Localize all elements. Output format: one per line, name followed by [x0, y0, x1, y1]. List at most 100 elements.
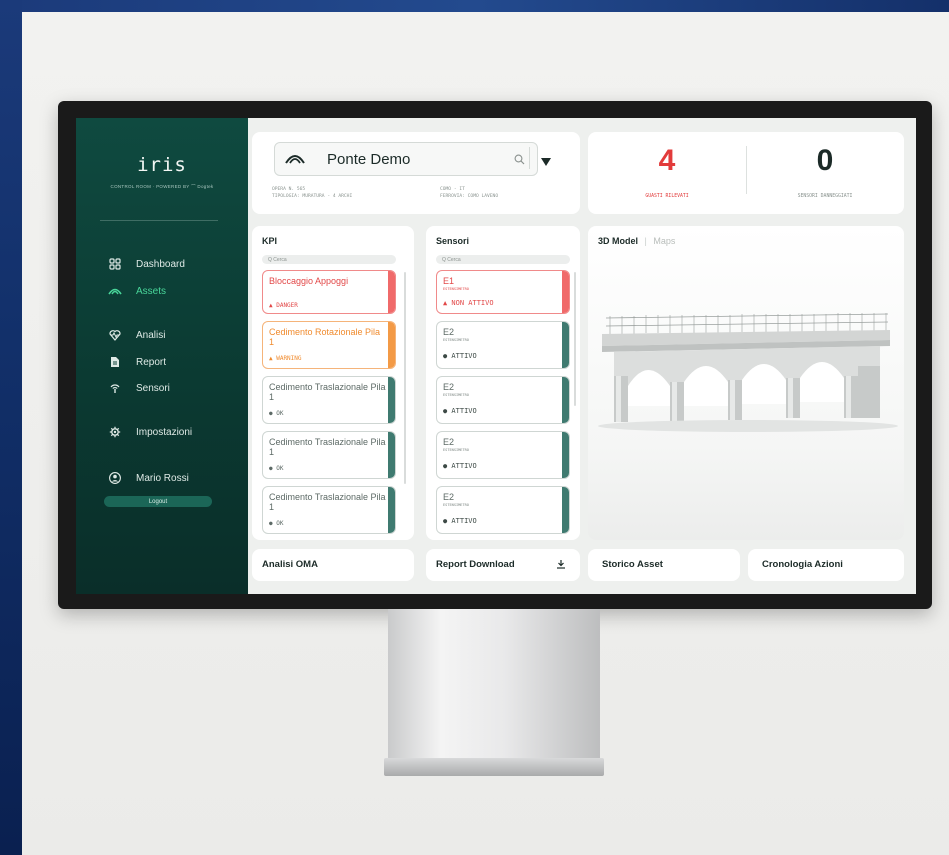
chevron-down-icon[interactable]: [541, 154, 551, 172]
sensor-item[interactable]: E2 ESTENSIMETRO ● ATTIVO: [436, 431, 570, 479]
kpi-item[interactable]: Cedimento Traslazionale Pila 1 ● OK: [262, 486, 396, 534]
sensor-status: ● ATTIVO: [443, 517, 477, 525]
sidebar-divider: [100, 220, 218, 221]
stat-value: 4: [658, 144, 676, 177]
stat-value: 0: [816, 144, 834, 177]
kpi-item-title: Cedimento Traslazionale Pila 1: [269, 437, 386, 457]
search-icon[interactable]: [514, 152, 525, 170]
kpi-item-title: Cedimento Traslazionale Pila 1: [269, 492, 386, 512]
kpi-scrollbar[interactable]: [404, 272, 406, 484]
sensor-item[interactable]: E1 ESTENSIMETRO ▲ NON ATTIVO: [436, 270, 570, 314]
sidebar-item-label: Dashboard: [136, 258, 185, 270]
asset-header-card: Ponte Demo OPERA N. 565 TIPOLOGIA: MURAT…: [252, 132, 580, 214]
monitor-stand: [388, 609, 600, 761]
sidebar-item-sensori[interactable]: Sensori: [108, 380, 170, 396]
sensor-status-bar: [562, 377, 569, 423]
sensor-type: ESTENSIMETRO: [443, 503, 469, 507]
background-top: [0, 0, 949, 12]
kpi-item-title: Bloccaggio Appoggi: [269, 276, 349, 286]
sensor-id: E2: [443, 492, 455, 502]
sensor-item[interactable]: E2 ESTENSIMETRO ● ATTIVO: [436, 321, 570, 369]
kpi-search-input[interactable]: Q Cerca: [262, 255, 396, 264]
asset-selector[interactable]: Ponte Demo: [274, 142, 551, 176]
sensor-id: E1: [443, 276, 455, 286]
kpi-item-status-bar: [388, 271, 395, 313]
sensor-status-bar: [562, 271, 569, 313]
asset-typology: TIPOLOGIA: MURATURA - 4 ARCHI: [272, 194, 353, 199]
sensori-card: Sensori Q Cerca E1 ESTENSIMETRO ▲ NON AT…: [426, 226, 580, 540]
kpi-item-status: ● OK: [269, 465, 284, 472]
stat-label: GUASTI RILEVATI: [645, 194, 689, 199]
asset-name: Ponte Demo: [327, 151, 411, 168]
sensor-id: E2: [443, 382, 455, 392]
kpi-item-status: ● OK: [269, 520, 284, 527]
user-avatar-icon: [108, 471, 122, 485]
kpi-item-status: ● OK: [269, 410, 284, 417]
asset-railway: FERROVIA: COMO LAVENO: [440, 194, 499, 199]
user-profile[interactable]: Mario Rossi: [108, 470, 189, 486]
sidebar-item-label: Assets: [136, 285, 167, 297]
report-download-label: Report Download: [436, 559, 515, 570]
brand-logo: iris: [137, 154, 187, 176]
analisi-oma-card[interactable]: Analisi OMA: [252, 549, 414, 581]
sidebar-item-report[interactable]: Report: [108, 354, 166, 370]
asset-number: OPERA N. 565: [272, 187, 306, 192]
grid-icon: [108, 257, 122, 271]
kpi-item[interactable]: Bloccaggio Appoggi ▲ DANGER: [262, 270, 396, 314]
bridge-icon: [285, 152, 305, 170]
stats-card: 4 GUASTI RILEVATI 0 SENSORI DANNEGGIATI: [588, 132, 904, 214]
logout-button[interactable]: Logout: [104, 496, 212, 507]
sensor-type: ESTENSIMETRO: [443, 448, 469, 452]
sensori-search-input[interactable]: Q Cerca: [436, 255, 570, 264]
sensori-scrollbar[interactable]: [574, 272, 576, 406]
sensor-status: ● ATTIVO: [443, 462, 477, 470]
cronologia-azioni-card[interactable]: Cronologia Azioni: [748, 549, 904, 581]
cronologia-azioni-label: Cronologia Azioni: [762, 559, 843, 570]
kpi-item[interactable]: Cedimento Rotazionale Pila 1 ▲ WARNING: [262, 321, 396, 369]
sensor-item[interactable]: E2 ESTENSIMETRO ● ATTIVO: [436, 486, 570, 534]
asset-meta-right: COMO - IT FERROVIA: COMO LAVENO: [440, 186, 498, 200]
kpi-item-status-bar: [388, 487, 395, 533]
kpi-item-title: Cedimento Traslazionale Pila 1: [269, 382, 386, 402]
kpi-item[interactable]: Cedimento Traslazionale Pila 1 ● OK: [262, 376, 396, 424]
sensor-type: ESTENSIMETRO: [443, 338, 469, 342]
kpi-title: KPI: [262, 236, 278, 246]
kpi-item-title: Cedimento Rotazionale Pila 1: [269, 327, 381, 347]
kpi-item-status-bar: [388, 322, 395, 368]
sensori-title: Sensori: [436, 236, 470, 246]
sensor-type: ESTENSIMETRO: [443, 393, 469, 397]
sidebar-item-assets[interactable]: Assets: [108, 283, 166, 299]
kpi-item-status: ▲ DANGER: [269, 302, 298, 309]
bridge-icon: [108, 284, 122, 298]
kpi-item[interactable]: Cedimento Traslazionale Pila 1 ● OK: [262, 431, 396, 479]
gear-icon: [108, 425, 122, 439]
sidebar-item-label: Analisi: [136, 329, 166, 341]
sensor-status: ● ATTIVO: [443, 352, 477, 360]
user-name: Mario Rossi: [136, 472, 189, 484]
sensor-type: ESTENSIMETRO: [443, 287, 469, 291]
stat-guasti[interactable]: 4 GUASTI RILEVATI: [588, 132, 746, 214]
sidebar-item-analisi[interactable]: Analisi: [108, 327, 165, 343]
kpi-item-status-bar: [388, 377, 395, 423]
sidebar-item-dashboard[interactable]: Dashboard: [108, 256, 185, 272]
bridge-3d-model[interactable]: [588, 226, 904, 540]
kpi-item-status-bar: [388, 432, 395, 478]
asset-location: COMO - IT: [440, 187, 465, 192]
sensor-item[interactable]: E2 ESTENSIMETRO ● ATTIVO: [436, 376, 570, 424]
storico-asset-card[interactable]: Storico Asset: [588, 549, 740, 581]
chart-icon: [108, 328, 122, 342]
sidebar: iris CONTROL ROOM · POWERED BY ⌒ Dogtek …: [76, 118, 248, 594]
download-icon[interactable]: [556, 559, 566, 572]
signal-icon: [108, 381, 122, 395]
background-left: [0, 0, 22, 855]
sensor-status: ▲ NON ATTIVO: [443, 299, 494, 307]
sensor-status-bar: [562, 322, 569, 368]
storico-asset-label: Storico Asset: [602, 559, 663, 570]
kpi-item-status: ▲ WARNING: [269, 355, 302, 362]
sidebar-item-label: Sensori: [136, 382, 170, 394]
monitor-foot: [384, 758, 604, 776]
sensor-status-bar: [562, 487, 569, 533]
sidebar-item-impostazioni[interactable]: Impostazioni: [108, 424, 192, 440]
stat-sensori-danneggiati[interactable]: 0 SENSORI DANNEGGIATI: [746, 132, 904, 214]
report-download-card[interactable]: Report Download: [426, 549, 580, 581]
